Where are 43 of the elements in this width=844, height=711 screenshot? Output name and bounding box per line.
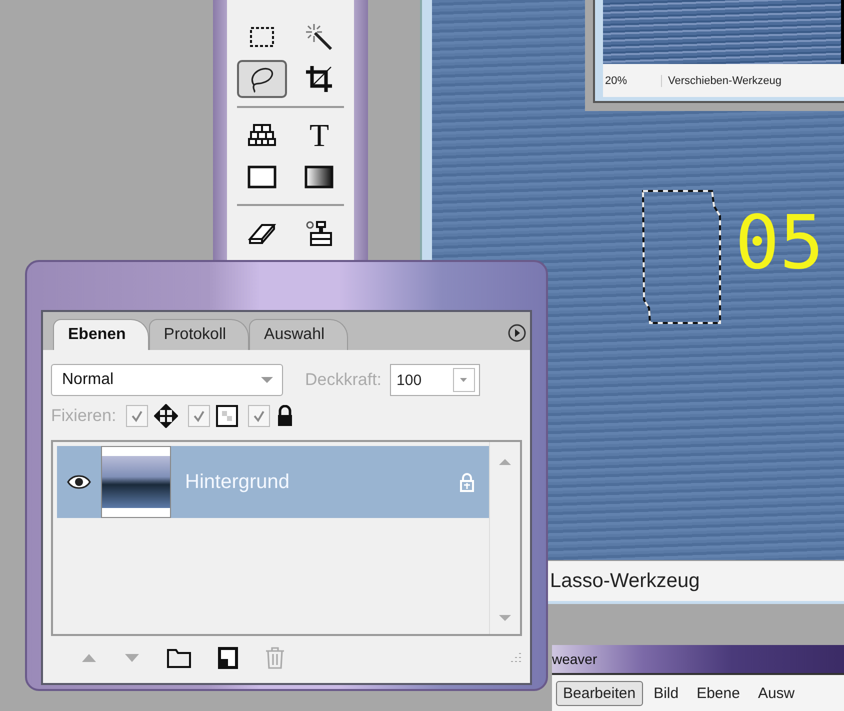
opacity-label: Deckkraft: (305, 370, 382, 390)
dropdown-button[interactable] (452, 368, 475, 392)
menu-item[interactable]: Ebene (690, 680, 747, 706)
zoom-level: 20% (603, 74, 662, 86)
bricks-icon (246, 123, 277, 147)
panel-tab[interactable]: Protokoll (148, 319, 250, 350)
checkerboard-icon (216, 405, 238, 427)
panel-tab[interactable]: Ebenen (53, 319, 149, 350)
status-text: Verschieben-Werkzeug (667, 74, 782, 86)
crop-icon (305, 65, 334, 93)
folder-icon[interactable] (167, 648, 191, 668)
status-text: Lasso-Werkzeug (550, 570, 700, 592)
resize-grip-icon[interactable] (508, 651, 522, 665)
lock-checkbox[interactable] (248, 405, 270, 427)
dropdown-arrow-icon (459, 377, 468, 383)
window-title: weaver (552, 651, 598, 667)
rectangle-icon (246, 165, 277, 189)
rectangle-select-icon (248, 26, 275, 48)
canvas-text: 05 (735, 206, 824, 280)
dropdown-arrow-icon (260, 376, 274, 384)
magic-wand-icon (305, 23, 334, 51)
blend-mode-dropdown[interactable]: Normal (51, 364, 283, 396)
panel-menu-icon[interactable] (508, 324, 526, 342)
padlock-icon (276, 405, 294, 427)
eye-icon[interactable] (67, 473, 91, 491)
tool-button[interactable] (236, 60, 287, 98)
layer-thumbnail (101, 446, 171, 518)
move-icon (154, 404, 178, 428)
menu-item[interactable]: Ausw (750, 680, 802, 706)
gradient-icon (304, 165, 334, 189)
lock-label: Fixieren: (51, 406, 116, 426)
layer-name: Hintergrund (185, 470, 291, 494)
stamp-icon (305, 220, 334, 246)
lock-checkbox[interactable] (188, 405, 210, 427)
tool-button[interactable]: T (294, 116, 344, 154)
menu-item[interactable]: Bearbeiten (556, 680, 643, 706)
menu-item[interactable]: Bild (646, 680, 686, 706)
eraser-icon (248, 221, 276, 245)
lock-checkbox[interactable] (126, 405, 148, 427)
opacity-field[interactable]: 100 (390, 364, 480, 396)
new-layer-icon[interactable] (218, 647, 238, 669)
text-tool-icon: T (309, 119, 330, 151)
panel-tab[interactable]: Auswahl (249, 319, 348, 350)
